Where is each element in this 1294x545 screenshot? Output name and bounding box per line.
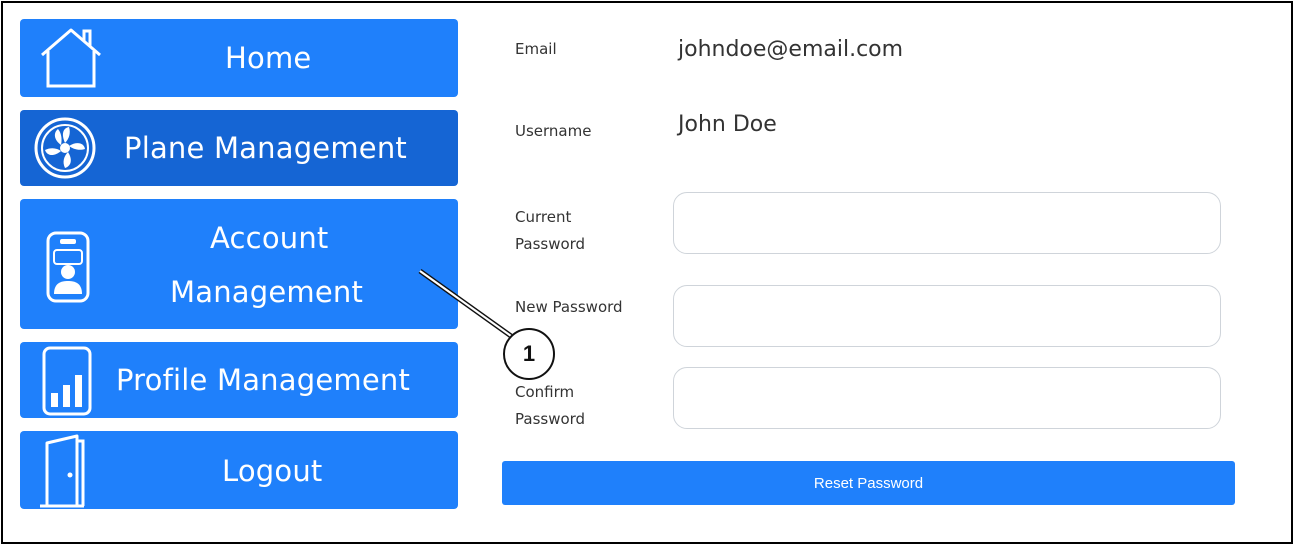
callout-leader-line [418,268,513,339]
callout-number-badge: 1 [503,328,555,380]
callout-number: 1 [522,341,536,366]
